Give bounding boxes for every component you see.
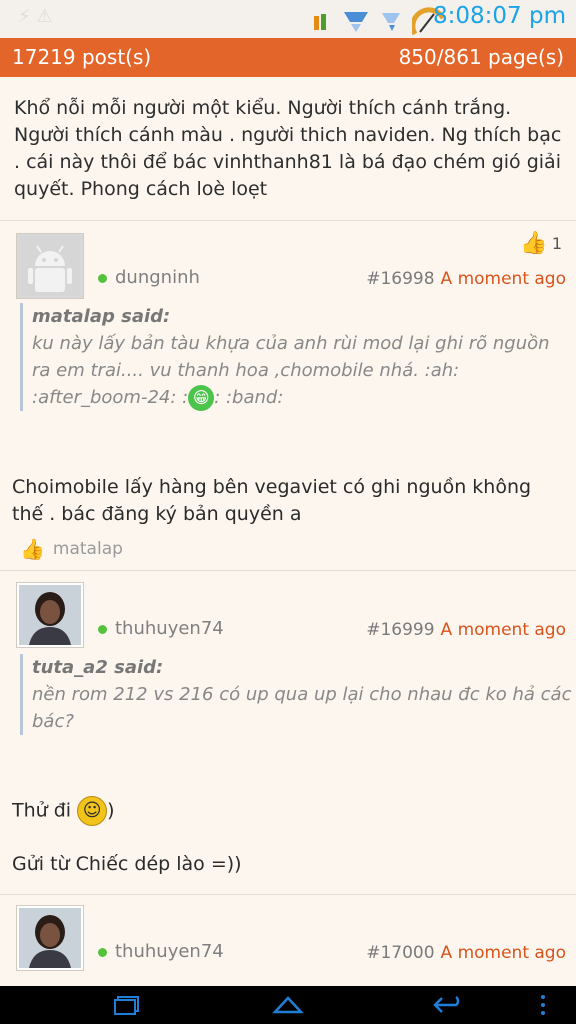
android-avatar-icon bbox=[19, 236, 81, 296]
post-time: A moment ago bbox=[440, 620, 566, 640]
page-count[interactable]: 850/861 page(s) bbox=[399, 45, 564, 69]
post-meta: #17000 A moment ago bbox=[366, 943, 566, 963]
home-icon[interactable] bbox=[272, 992, 304, 1018]
quote-text-tail: : :band: bbox=[214, 387, 284, 408]
post-number[interactable]: #16998 bbox=[366, 269, 434, 289]
online-indicator bbox=[98, 273, 107, 283]
liked-by[interactable]: 👍 matalap bbox=[20, 537, 123, 561]
quote-author: tuta_a2 said: bbox=[32, 657, 164, 678]
smile-emoticon-icon: ☺ bbox=[77, 796, 108, 826]
post-body: Thử đi ☺) bbox=[12, 796, 562, 826]
quote-text: ku này lấy bản tàu khựa của anh rùi mod … bbox=[32, 333, 550, 408]
post-body-text: ) bbox=[107, 799, 115, 822]
wifi-icon bbox=[344, 12, 368, 32]
like-count: 1 bbox=[551, 234, 562, 253]
online-indicator bbox=[98, 624, 107, 634]
post-time: A moment ago bbox=[440, 269, 566, 289]
system-nav-bar bbox=[0, 986, 576, 1024]
post-username[interactable]: thuhuyen74 bbox=[98, 941, 224, 962]
post-body: Choimobile lấy hàng bên vegaviet có ghi … bbox=[12, 476, 532, 525]
grin-emoticon-icon: 😁 bbox=[188, 385, 215, 411]
thumbs-up-icon: 👍 bbox=[520, 231, 548, 256]
menu-icon[interactable] bbox=[538, 994, 548, 1016]
like-button[interactable]: 👍 1 bbox=[520, 231, 562, 256]
thread-header: 17219 post(s) 850/861 page(s) bbox=[0, 38, 576, 77]
post-username[interactable]: thuhuyen74 bbox=[98, 618, 224, 639]
post-signature: Gửi từ Chiếc dép lào =)) bbox=[12, 853, 242, 875]
quote-block: tuta_a2 said: nền rom 212 vs 216 có up q… bbox=[20, 654, 572, 735]
recent-apps-icon[interactable] bbox=[112, 994, 142, 1016]
status-bar: ⚡ ⚠ 8:08:07 pm bbox=[0, 0, 576, 38]
back-icon[interactable] bbox=[432, 994, 464, 1016]
thread-content[interactable]: Khổ nỗi mỗi người một kiểu. Người thích … bbox=[0, 77, 576, 986]
post-number[interactable]: #16999 bbox=[366, 620, 434, 640]
post-divider bbox=[0, 570, 576, 571]
post-count: 17219 post(s) bbox=[12, 45, 152, 69]
avatar[interactable] bbox=[16, 905, 84, 971]
user-photo-icon bbox=[19, 908, 81, 968]
post-divider bbox=[0, 894, 576, 895]
notification-icons: ⚡ ⚠ bbox=[18, 6, 53, 27]
thumbs-up-icon: 👍 bbox=[20, 537, 45, 561]
liker-name[interactable]: matalap bbox=[53, 539, 123, 559]
post-time: A moment ago bbox=[440, 943, 566, 963]
post-meta: #16999 A moment ago bbox=[366, 620, 566, 640]
avatar[interactable] bbox=[16, 582, 84, 648]
post-number[interactable]: #17000 bbox=[366, 943, 434, 963]
quote-author: matalap said: bbox=[32, 306, 171, 327]
post-body-text: Thử đi bbox=[12, 799, 72, 822]
user-photo-icon bbox=[19, 585, 81, 645]
post-divider bbox=[0, 220, 576, 221]
signal-icon bbox=[382, 13, 400, 31]
quote-text: nền rom 212 vs 216 có up qua up lại cho … bbox=[32, 684, 572, 732]
previous-post-body: Khổ nỗi mỗi người một kiểu. Người thích … bbox=[14, 97, 562, 200]
online-indicator bbox=[98, 947, 107, 957]
post-meta: #16998 A moment ago bbox=[366, 269, 566, 289]
data-transfer-icon bbox=[314, 14, 326, 30]
quote-block: matalap said: ku này lấy bản tàu khựa củ… bbox=[20, 303, 572, 411]
clock: 8:08:07 pm bbox=[433, 3, 566, 29]
avatar[interactable] bbox=[16, 233, 84, 299]
post-username[interactable]: dungninh bbox=[98, 267, 200, 288]
status-icons bbox=[310, 6, 446, 36]
